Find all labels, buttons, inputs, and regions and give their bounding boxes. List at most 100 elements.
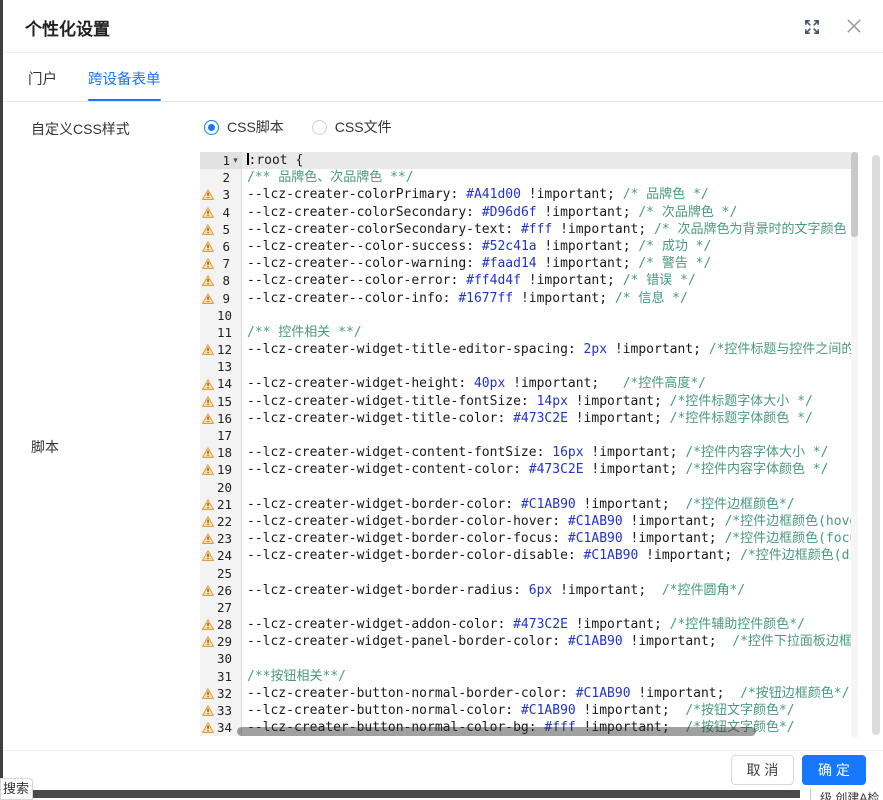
code-line[interactable]: 25 [200,565,858,582]
warning-icon [202,705,214,716]
page-edge-strip [0,0,3,780]
gutter: 10 [200,307,242,324]
warning-icon [202,533,214,544]
warning-icon [202,275,214,286]
dialog-title: 个性化设置 [25,15,110,40]
gutter: 34 [200,719,242,736]
gutter: 23 [200,530,242,547]
warning-icon [202,344,214,355]
line-number: 9 [217,290,230,307]
close-icon[interactable] [845,17,863,35]
code-line[interactable]: 13 [200,358,858,375]
tab-cross-device-form[interactable]: 跨设备表单 [88,68,161,89]
tabs-divider [3,101,883,102]
line-number: 33 [217,702,232,719]
code-line[interactable]: 2/** 品牌色、次品牌色 **/ [200,169,858,186]
gutter: 19 [200,461,242,478]
code-line[interactable]: 28--lcz-creater-widget-addon-color: #473… [200,616,858,633]
warning-icon [202,464,214,475]
fullscreen-icon[interactable] [803,18,821,36]
code-line[interactable]: 14--lcz-creater-widget-height: 40px !imp… [200,375,858,392]
code-line[interactable]: 3--lcz-creater-colorPrimary: #A41d00 !im… [200,186,858,203]
tab-portal[interactable]: 门户 [28,68,57,89]
code-line[interactable]: 24--lcz-creater-widget-border-color-disa… [200,547,858,564]
gutter: 29 [200,633,242,650]
code-line[interactable]: 8--lcz-creater--color-error: #ff4d4f !im… [200,272,858,289]
warning-icon [202,722,214,733]
code-line[interactable]: 32--lcz-creater-button-normal-border-col… [200,685,858,702]
line-number: 14 [217,375,232,392]
line-number: 30 [217,650,232,667]
line-number: 10 [217,307,232,324]
code-line[interactable]: 17 [200,427,858,444]
code-line[interactable]: 11/** 控件相关 **/ [200,324,858,341]
warning-icon [202,585,214,596]
warning-icon [202,224,214,235]
line-number: 25 [217,565,232,582]
gutter: 11 [200,324,242,341]
code-line[interactable]: 20 [200,479,858,496]
code-line[interactable]: 1▾:root { [200,152,858,169]
line-number: 26 [217,582,232,599]
gutter: 14 [200,375,242,392]
gutter: 12 [200,341,242,358]
code-line[interactable]: 18--lcz-creater-widget-content-fontSize:… [200,444,858,461]
line-number: 34 [217,719,232,736]
radio-option-css-file[interactable]: CSS文件 [312,117,392,137]
background-dark-bar [3,790,800,798]
code-line[interactable]: 27 [200,599,858,616]
code-line[interactable]: 33--lcz-creater-button-normal-color: #C1… [200,702,858,719]
radio-label[interactable]: CSS文件 [335,117,392,137]
gutter: 21 [200,496,242,513]
css-source-radio-group: CSS脚本 CSS文件 [204,117,392,137]
code-line[interactable]: 12--lcz-creater-widget-title-editor-spac… [200,341,858,358]
code-line[interactable]: 6--lcz-creater--color-success: #52c41a !… [200,238,858,255]
code-line[interactable]: 22--lcz-creater-widget-border-color-hove… [200,513,858,530]
warning-icon [202,688,214,699]
cancel-button[interactable]: 取 消 [731,755,794,785]
editor-vertical-scrollbar-track[interactable] [851,152,858,737]
gutter: 30 [200,650,242,667]
line-number: 12 [217,341,232,358]
code-line[interactable]: 19--lcz-creater-widget-content-color: #4… [200,461,858,478]
code-line[interactable]: 10 [200,307,858,324]
css-code-editor[interactable]: 1▾:root {2/** 品牌色、次品牌色 **/3--lcz-creater… [200,152,858,737]
gutter: 27 [200,599,242,616]
code-line[interactable]: 16--lcz-creater-widget-title-color: #473… [200,410,858,427]
ok-button[interactable]: 确 定 [802,755,866,785]
code-line[interactable]: 7--lcz-creater--color-warning: #faad14 !… [200,255,858,272]
code-line[interactable]: 29--lcz-creater-widget-panel-border-colo… [200,633,858,650]
fold-arrow-icon[interactable]: ▾ [230,152,241,169]
dialog-scrollbar[interactable] [872,155,880,735]
gutter: 13 [200,358,242,375]
editor-horizontal-scrollbar-thumb[interactable] [237,727,756,736]
line-number: 20 [217,479,232,496]
radio-icon[interactable] [312,120,327,135]
radio-icon[interactable] [204,120,219,135]
code-line[interactable]: 23--lcz-creater-widget-border-color-focu… [200,530,858,547]
editor-vertical-scrollbar-thumb[interactable] [851,152,858,237]
code-line[interactable]: 30 [200,650,858,667]
code-line[interactable]: 26--lcz-creater-widget-border-radius: 6p… [200,582,858,599]
gutter: 33 [200,702,242,719]
code-line[interactable]: 15--lcz-creater-widget-title-fontSize: 1… [200,393,858,410]
line-number: 19 [217,461,232,478]
line-number: 31 [217,668,232,685]
line-number: 16 [217,410,232,427]
gutter: 31 [200,668,242,685]
code-line[interactable]: 4--lcz-creater-colorSecondary: #D96d6f !… [200,204,858,221]
warning-icon [202,619,214,630]
gutter: 15 [200,393,242,410]
line-number: 22 [217,513,232,530]
code-line[interactable]: 9--lcz-creater--color-info: #1677ff !imp… [200,290,858,307]
gutter: 5 [200,221,242,238]
code-line[interactable]: 21--lcz-creater-widget-border-color: #C1… [200,496,858,513]
script-label: 脚本 [31,437,59,457]
warning-icon [202,207,214,218]
gutter: 7 [200,255,242,272]
code-line[interactable]: 5--lcz-creater-colorSecondary-text: #fff… [200,221,858,238]
radio-label[interactable]: CSS脚本 [227,117,284,137]
radio-option-css-script[interactable]: CSS脚本 [204,117,284,137]
code-line[interactable]: 31/**按钮相关**/ [200,668,858,685]
warning-icon [202,550,214,561]
